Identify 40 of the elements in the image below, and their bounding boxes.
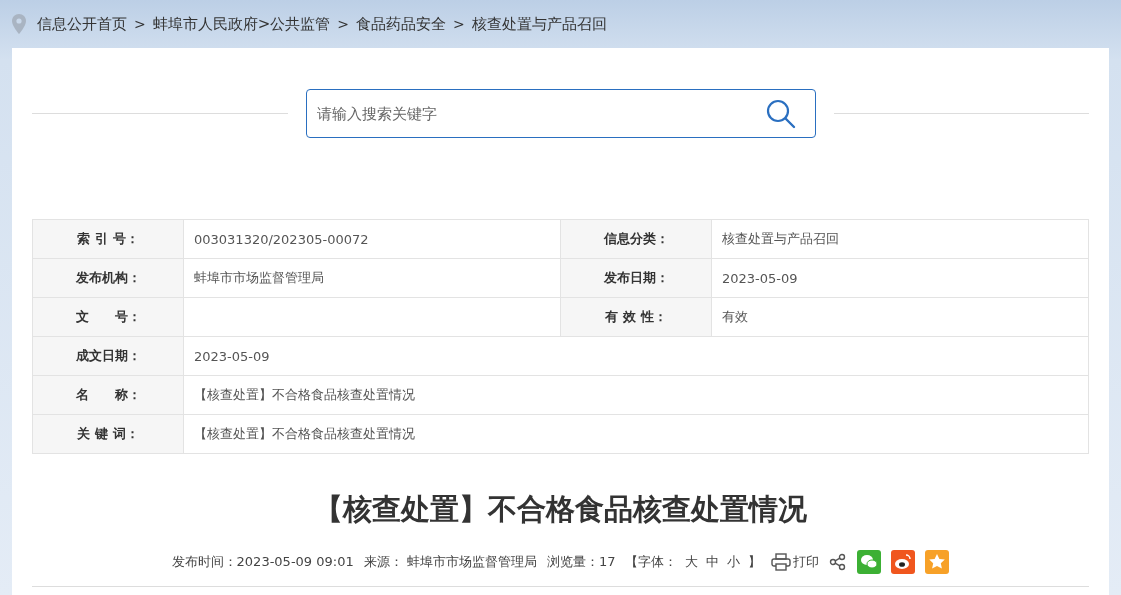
field-label: 发布日期： [561,259,712,297]
font-size-link[interactable]: 中 [706,553,720,571]
field-value: 003031320/202305-00072 [194,231,369,247]
field-label: 名 称： [33,376,184,414]
search-icon[interactable] [765,99,796,129]
font-size-label: 【字体： [625,553,678,571]
font-size-link[interactable]: 小 [727,553,741,571]
article-title: 【核查处置】不合格食品核查处置情况 [313,491,808,528]
breadcrumb-separator: > [134,16,146,32]
search-field[interactable]: 请输入搜索关键字 [305,89,816,138]
share-icon[interactable] [829,553,848,571]
breadcrumb-link[interactable]: 食品药品安全 [356,14,447,34]
field-value: 蚌埠市市场监督管理局 [194,269,324,287]
field-value: 2023-05-09 [194,348,270,364]
field-label: 发布机构： [33,259,184,297]
field-value: 【核查处置】不合格食品核查处置情况 [194,386,415,404]
view-count: 浏览量：17 [546,553,616,571]
chat-bubbles-icon[interactable] [857,550,882,574]
breadcrumb-link[interactable]: 信息公开首页 [37,14,127,34]
field-value: 2023-05-09 [722,270,798,286]
breadcrumb-link[interactable]: 核查处置与产品召回 [471,14,607,34]
font-size-link[interactable]: 大 [685,553,699,571]
field-label: 文 号： [33,298,184,336]
publish-time: 发布时间：2023-05-09 09:01 [171,553,354,571]
eye-logo-icon[interactable] [891,550,916,574]
location-pin-icon [12,14,26,34]
print-link[interactable]: 打印 [771,553,820,571]
font-size-bracket: 】 [748,553,762,571]
field-label: 有 效 性： [561,298,712,336]
field-value: 【核查处置】不合格食品核查处置情况 [194,425,415,443]
source-text: 来源： 蚌埠市市场监督管理局 [363,553,537,571]
field-value: 有效 [722,308,748,326]
breadcrumb-separator: > [337,16,350,32]
field-value: 核查处置与产品召回 [722,230,839,248]
breadcrumb-link[interactable]: 蚌埠市人民政府>公共监管 [152,14,331,34]
field-label: 成文日期： [33,337,184,375]
field-label: 信息分类： [561,220,712,258]
breadcrumb-separator: > [453,16,465,32]
field-label: 索 引 号： [33,220,184,258]
field-label: 关 键 词： [33,415,184,453]
